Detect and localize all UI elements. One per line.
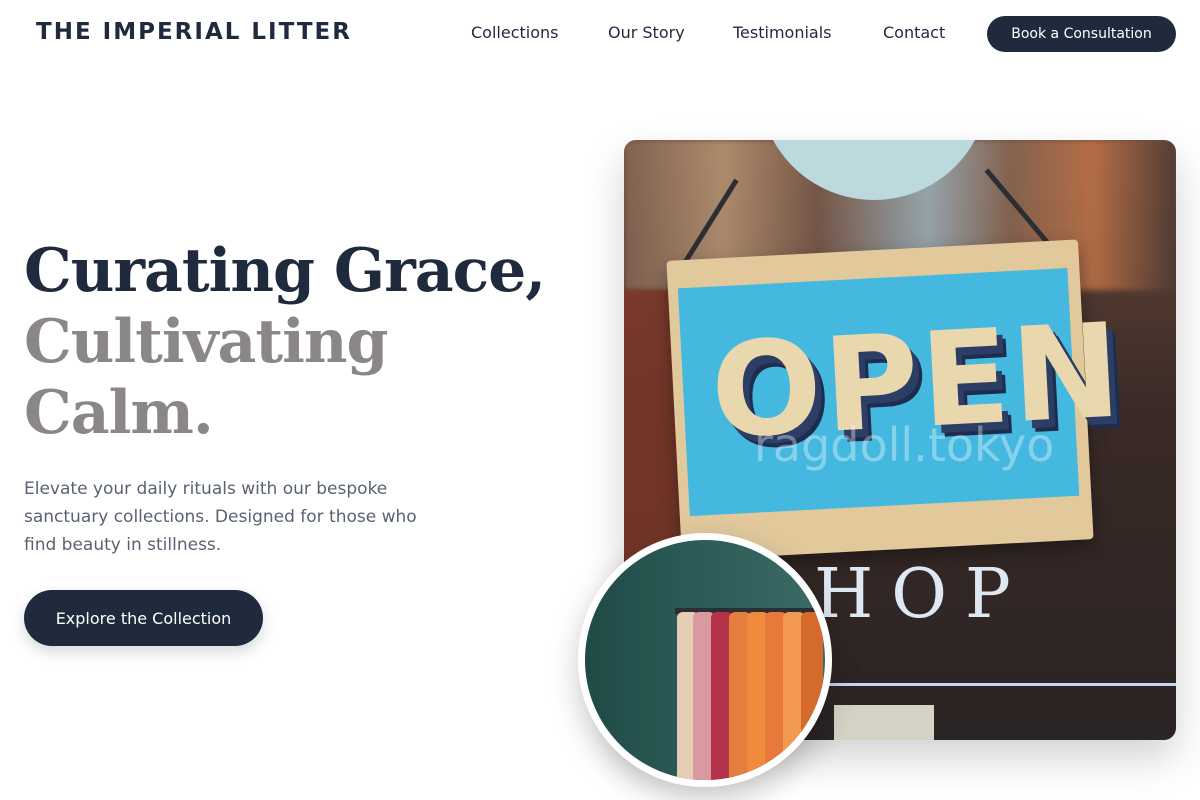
shop-window-lettering: HOP: [814, 555, 1029, 634]
open-sign-panel: OPEN: [677, 268, 1126, 517]
headline-line-1: Curating Grace,: [24, 236, 546, 306]
nav-testimonials[interactable]: Testimonials: [733, 23, 832, 42]
hero-description: Elevate your daily rituals with our besp…: [24, 479, 417, 555]
landing-page: THE IMPERIAL LITTER Collections Our Stor…: [0, 0, 1200, 800]
hero-headline: Curating Grace, Cultivating Calm.: [24, 236, 604, 449]
headline-line-2: Cultivating: [24, 307, 389, 377]
headline-line-3: Calm.: [24, 378, 214, 448]
book-consultation-button[interactable]: Book a Consultation: [987, 16, 1176, 52]
garment: [801, 612, 823, 780]
image-watermark: ragdoll.tokyo: [754, 418, 1055, 472]
window-rail: [804, 683, 1176, 686]
brand-logo[interactable]: THE IMPERIAL LITTER: [36, 19, 352, 45]
nav-collections[interactable]: Collections: [471, 23, 558, 42]
open-sign-board: OPEN: [666, 239, 1126, 561]
explore-collection-button[interactable]: Explore the Collection: [24, 590, 263, 646]
clothing-rack-photo: [578, 533, 832, 787]
nav-contact[interactable]: Contact: [883, 23, 945, 42]
nav-our-story[interactable]: Our Story: [608, 23, 685, 42]
window-plaque: [834, 705, 934, 740]
